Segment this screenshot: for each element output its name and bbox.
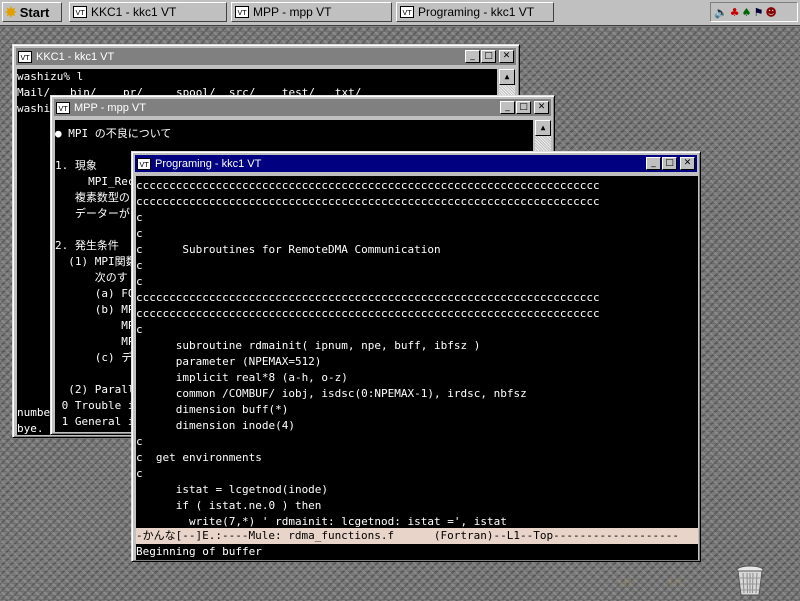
terminal-line: implicit real*8 (a-h, o-z) — [136, 371, 348, 384]
vt-terminal-icon: VT — [73, 6, 87, 18]
face-icon[interactable]: ☻ — [765, 6, 776, 19]
taskbar-button-kkc1[interactable]: VT KKC1 - kkc1 VT — [69, 2, 227, 22]
minimize-button[interactable]: _ — [465, 50, 480, 63]
title-bar[interactable]: VT Programing - kkc1 VT _ □ ✕ — [135, 155, 697, 172]
vt-terminal-icon: VT — [400, 6, 414, 18]
minimize-button[interactable]: _ — [500, 101, 515, 114]
terminal-line: subroutine rdmainit( ipnum, npe, buff, i… — [136, 339, 481, 352]
terminal-line: dimension buff(*) — [136, 403, 289, 416]
terminal-line: c — [136, 227, 143, 240]
speaker-icon[interactable]: 🔈 — [714, 6, 728, 19]
desktop-decoration: ⌇⌇⌇ — [668, 578, 683, 589]
terminal-line: cccccccccccccccccccccccccccccccccccccccc… — [136, 195, 600, 208]
minibuffer[interactable]: Beginning of buffer — [136, 544, 698, 560]
title-bar[interactable]: VT KKC1 - kkc1 VT _ □ ✕ — [16, 48, 516, 65]
terminal-line: c — [136, 323, 143, 336]
terminal-line: c — [136, 275, 143, 288]
vt-terminal-icon: VT — [56, 101, 70, 114]
taskbar-label: KKC1 - kkc1 VT — [91, 5, 177, 19]
terminal-line: c — [136, 211, 143, 224]
mode-line: -かんな[--]E.:----Mule: rdma_functions.f (F… — [136, 528, 698, 544]
vt-terminal-icon: VT — [235, 6, 249, 18]
terminal-line: ● MPI の不良について — [55, 127, 172, 140]
close-button[interactable]: ✕ — [534, 101, 549, 114]
taskbar-label: Programing - kkc1 VT — [418, 5, 535, 19]
taskbar-button-mpp[interactable]: VT MPP - mpp VT — [231, 2, 392, 22]
maximize-button[interactable]: □ — [481, 50, 496, 63]
network-icon[interactable]: ♣ — [730, 6, 740, 19]
trash-icon[interactable] — [735, 565, 765, 597]
terminal-line: dimension inode(4) — [136, 419, 295, 432]
desktop-decoration: ⌇⌇⌇ — [618, 578, 633, 589]
window-title: Programing - kkc1 VT — [155, 157, 262, 170]
taskbar-button-programing[interactable]: VT Programing - kkc1 VT — [396, 2, 554, 22]
terminal-line: if ( istat.ne.0 ) then — [136, 499, 322, 512]
title-bar[interactable]: VT MPP - mpp VT _ □ ✕ — [54, 99, 551, 116]
taskbar: ✸ Start VT KKC1 - kkc1 VT VT MPP - mpp V… — [0, 0, 800, 27]
start-star-icon: ✸ — [5, 3, 17, 20]
app-icon[interactable]: ⚑ — [753, 6, 763, 19]
window-title: KKC1 - kkc1 VT — [36, 50, 115, 63]
editor-buffer[interactable]: cccccccccccccccccccccccccccccccccccccccc… — [136, 176, 698, 528]
terminal-line: c — [136, 435, 143, 448]
terminal-line: c get environments — [136, 451, 262, 464]
terminal-line: cccccccccccccccccccccccccccccccccccccccc… — [136, 179, 600, 192]
minimize-button[interactable]: _ — [646, 157, 661, 170]
taskbar-label: MPP - mpp VT — [253, 5, 332, 19]
system-tray: 🔈 ♣ ♠ ⚑ ☻ — [710, 2, 798, 22]
start-button[interactable]: ✸ Start — [2, 2, 62, 22]
terminal-line: c — [136, 467, 143, 480]
terminal-line: parameter (NPEMAX=512) — [136, 355, 322, 368]
terminal-line: washizu% l — [17, 70, 84, 83]
window-programing[interactable]: VT Programing - kkc1 VT _ □ ✕ cccccccccc… — [131, 151, 701, 562]
terminal-line: c — [136, 259, 143, 272]
maximize-button[interactable]: □ — [662, 157, 677, 170]
terminal-line: istat = lcgetnod(inode) — [136, 483, 329, 496]
terminal-line: write(7,*) ' rdmainit: lcgetnod: istat =… — [136, 515, 507, 528]
terminal-line: common /COMBUF/ iobj, isdsc(0:NPEMAX-1),… — [136, 387, 527, 400]
start-label: Start — [19, 4, 50, 20]
vt-terminal-icon: VT — [137, 157, 151, 170]
close-button[interactable]: ✕ — [680, 157, 695, 170]
close-button[interactable]: ✕ — [499, 50, 514, 63]
window-title: MPP - mpp VT — [74, 101, 146, 114]
antenna-icon[interactable]: ♠ — [742, 6, 752, 19]
terminal-line: cccccccccccccccccccccccccccccccccccccccc… — [136, 291, 600, 304]
scroll-up-arrow-icon[interactable]: ▲ — [499, 69, 515, 85]
maximize-button[interactable]: □ — [516, 101, 531, 114]
terminal-line: cccccccccccccccccccccccccccccccccccccccc… — [136, 307, 600, 320]
vt-terminal-icon: VT — [18, 50, 32, 63]
scroll-up-arrow-icon[interactable]: ▲ — [535, 120, 551, 136]
terminal-line: c Subroutines for RemoteDMA Communicatio… — [136, 243, 441, 256]
